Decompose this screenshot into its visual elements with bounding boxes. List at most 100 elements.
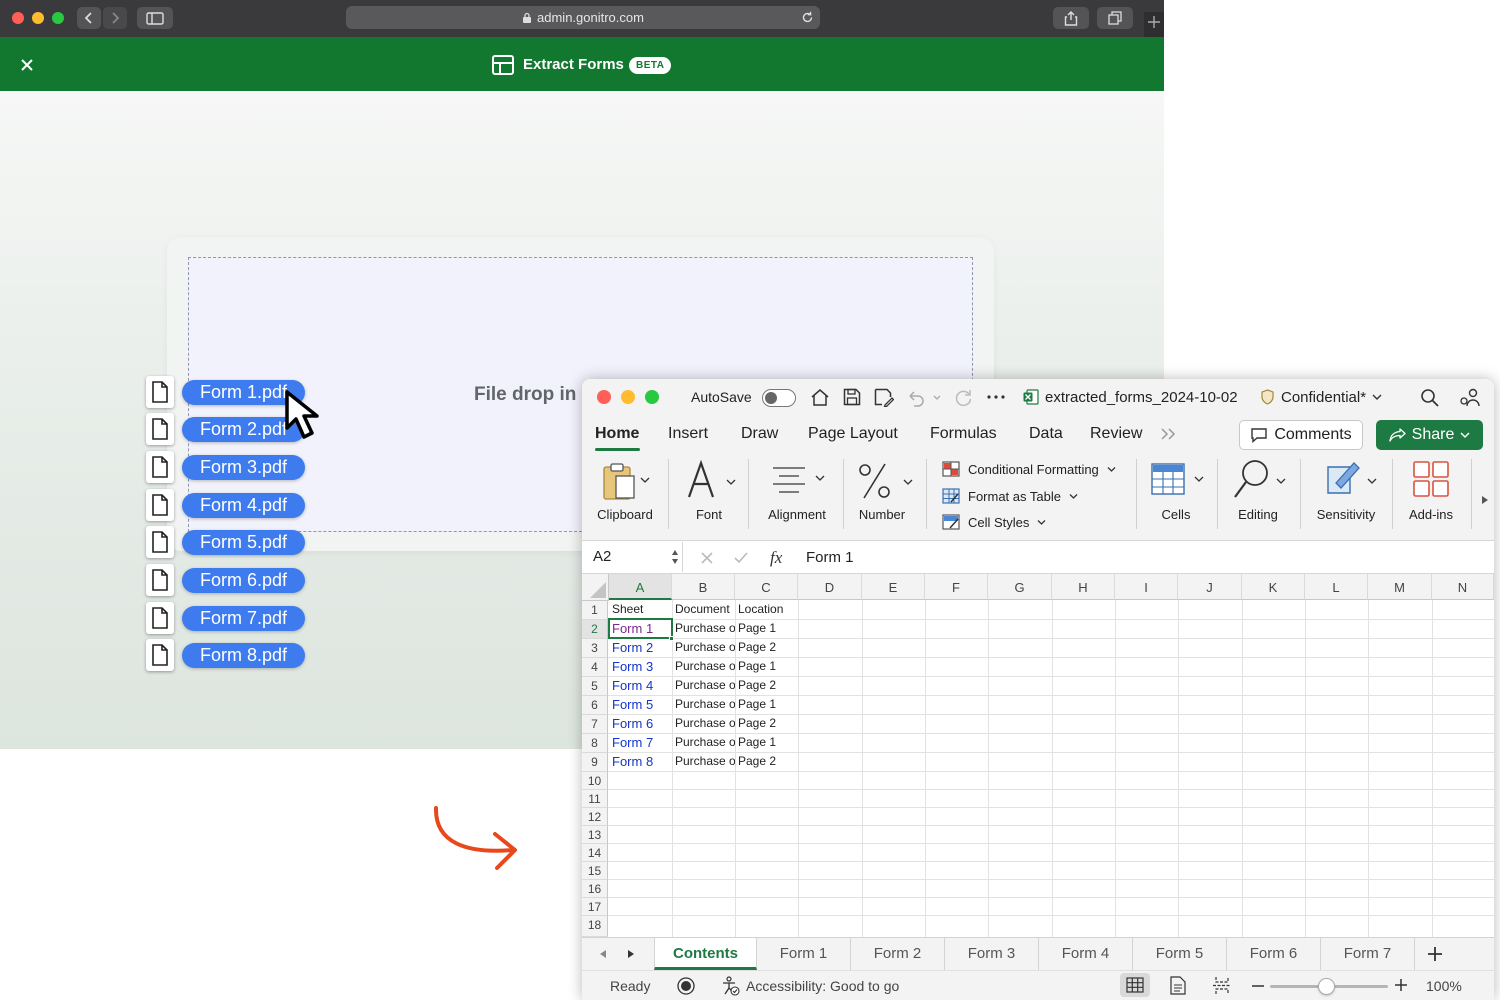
function-icon[interactable]: fx <box>769 549 791 567</box>
sheet-link-cell[interactable]: Form 6 <box>609 714 672 733</box>
column-header[interactable]: B <box>672 574 735 600</box>
minimize-window-button[interactable] <box>621 390 635 404</box>
zoom-out-icon[interactable] <box>1252 984 1264 988</box>
page-layout-view-icon[interactable] <box>1170 976 1186 995</box>
save-icon[interactable] <box>843 388 861 406</box>
column-header[interactable]: N <box>1432 574 1494 600</box>
table-cell[interactable]: Purchase o <box>672 657 735 676</box>
table-cell[interactable]: Purchase o <box>672 733 735 752</box>
zoom-in-icon[interactable] <box>1395 979 1407 991</box>
cell-styles-button[interactable]: Cell Styles <box>942 514 1046 530</box>
row-header[interactable]: 8 <box>582 734 608 753</box>
row-header[interactable]: 14 <box>582 844 608 862</box>
row-header[interactable]: 10 <box>582 772 608 790</box>
add-sheet-icon[interactable] <box>1428 947 1442 961</box>
page-break-view-icon[interactable] <box>1212 976 1232 995</box>
sheet-link-cell[interactable]: Form 8 <box>609 752 672 771</box>
back-button[interactable] <box>77 7 101 29</box>
home-icon[interactable] <box>810 388 830 407</box>
sheet-link-cell[interactable]: Form 5 <box>609 695 672 714</box>
column-header[interactable]: D <box>798 574 862 600</box>
scroll-right-icon[interactable] <box>627 949 635 959</box>
check-icon[interactable] <box>734 552 748 564</box>
format-as-table-button[interactable]: Format as Table <box>942 488 1078 504</box>
table-cell[interactable]: Page 1 <box>735 619 798 638</box>
row-header[interactable]: 11 <box>582 790 608 808</box>
conditional-formatting-button[interactable]: Conditional Formatting <box>942 461 1116 477</box>
row-header[interactable]: 13 <box>582 826 608 844</box>
tab-home[interactable]: Home <box>595 425 639 443</box>
macro-record-icon[interactable] <box>677 977 695 995</box>
column-header[interactable]: K <box>1242 574 1305 600</box>
sheet-tab[interactable]: Form 3 <box>945 938 1039 970</box>
formula-input[interactable]: Form 1 <box>806 541 854 575</box>
table-header-cell[interactable]: Sheet <box>609 600 672 619</box>
column-header[interactable]: C <box>735 574 798 600</box>
table-cell[interactable]: Purchase o <box>672 695 735 714</box>
column-header[interactable]: I <box>1115 574 1178 600</box>
column-header[interactable]: E <box>862 574 925 600</box>
zoom-level[interactable]: 100% <box>1426 978 1462 994</box>
reload-icon[interactable] <box>801 11 814 24</box>
more-tabs-icon[interactable] <box>1160 427 1178 441</box>
tab-draw[interactable]: Draw <box>741 425 778 443</box>
table-cell[interactable]: Purchase o <box>672 714 735 733</box>
minimize-window-button[interactable] <box>32 12 44 24</box>
row-header[interactable]: 15 <box>582 862 608 880</box>
sheet-link-cell[interactable]: Form 3 <box>609 657 672 676</box>
cancel-icon[interactable] <box>701 552 713 564</box>
redo-icon[interactable] <box>954 388 974 407</box>
sheet-tab[interactable]: Form 5 <box>1133 938 1227 970</box>
column-header[interactable]: M <box>1368 574 1432 600</box>
font-group[interactable]: Font <box>678 453 740 540</box>
tabs-overview-button[interactable] <box>1097 7 1133 29</box>
column-header[interactable]: G <box>988 574 1052 600</box>
tab-review[interactable]: Review <box>1090 425 1142 443</box>
table-cell[interactable]: Purchase o <box>672 638 735 657</box>
tab-formulas[interactable]: Formulas <box>930 425 997 443</box>
editing-group[interactable]: Editing <box>1225 453 1291 540</box>
accessibility-icon[interactable] <box>722 976 740 996</box>
scroll-left-icon[interactable] <box>599 949 607 959</box>
share-button[interactable]: Share <box>1376 420 1483 450</box>
table-cell[interactable]: Purchase o <box>672 676 735 695</box>
undo-icon[interactable] <box>906 389 942 407</box>
alignment-group[interactable]: Alignment <box>758 453 836 540</box>
column-header[interactable]: F <box>925 574 988 600</box>
share-page-button[interactable] <box>1053 7 1089 29</box>
zoom-window-button[interactable] <box>52 12 64 24</box>
row-header[interactable]: 4 <box>582 658 608 677</box>
name-box[interactable]: A2 <box>583 542 683 572</box>
sheet-tab[interactable]: Form 6 <box>1227 938 1321 970</box>
sensitivity-label[interactable]: Confidential* <box>1281 389 1366 406</box>
number-group[interactable]: Number <box>852 453 913 540</box>
column-header[interactable]: L <box>1305 574 1368 600</box>
sheet-tab[interactable]: Form 1 <box>757 938 851 970</box>
sheet-tab[interactable]: Form 7 <box>1321 938 1415 970</box>
row-header[interactable]: 2 <box>582 620 608 639</box>
table-cell[interactable]: Page 2 <box>735 676 798 695</box>
table-cell[interactable]: Page 2 <box>735 752 798 771</box>
row-header[interactable]: 12 <box>582 808 608 826</box>
autosave-toggle[interactable] <box>762 389 796 407</box>
row-header[interactable]: 3 <box>582 639 608 658</box>
close-window-button[interactable] <box>597 390 611 404</box>
comments-button[interactable]: Comments <box>1239 420 1363 450</box>
tab-insert[interactable]: Insert <box>668 425 708 443</box>
column-header[interactable]: A <box>609 574 672 600</box>
table-cell[interactable]: Page 1 <box>735 695 798 714</box>
sheet-link-cell[interactable]: Form 4 <box>609 676 672 695</box>
table-cell[interactable]: Page 2 <box>735 714 798 733</box>
sheet-tab-contents[interactable]: Contents <box>654 938 757 970</box>
table-cell[interactable]: Purchase o <box>672 619 735 638</box>
accessibility-status[interactable]: Accessibility: Good to go <box>746 978 899 994</box>
row-header[interactable]: 5 <box>582 677 608 696</box>
clipboard-group[interactable]: Clipboard <box>590 453 660 540</box>
sheet-tab[interactable]: Form 4 <box>1039 938 1133 970</box>
more-icon[interactable] <box>987 395 1005 399</box>
table-cell[interactable]: Page 1 <box>735 657 798 676</box>
stepper-icon[interactable] <box>671 548 679 566</box>
search-icon[interactable] <box>1420 388 1440 408</box>
row-header[interactable]: 1 <box>582 601 608 620</box>
column-header[interactable]: H <box>1052 574 1115 600</box>
